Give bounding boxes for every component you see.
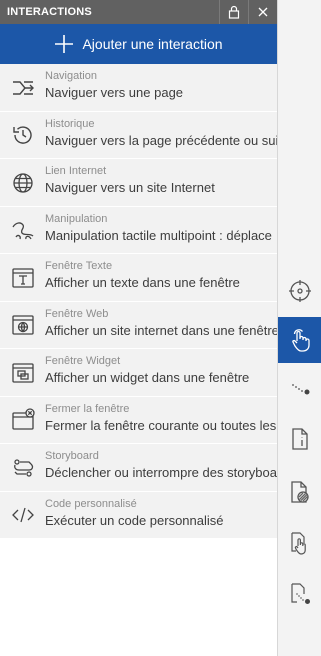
interaction-list: Navigation Naviguer vers une page Histor… <box>0 64 277 539</box>
item-description: Naviguer vers un site Internet <box>45 180 215 195</box>
item-description: Naviguer vers une page <box>45 85 184 100</box>
page-touch-icon <box>290 532 306 555</box>
item-category: Manipulation <box>45 212 108 225</box>
item-category: Historique <box>45 117 95 130</box>
widget-window-icon <box>11 362 34 383</box>
page-info-icon <box>291 428 308 450</box>
item-category: Code personnalisé <box>45 497 137 510</box>
item-category: Fenêtre Texte <box>45 260 113 272</box>
close-icon <box>258 7 268 17</box>
interaction-item-storyboard[interactable]: Storyboard Déclencher ou interrompre des… <box>0 444 277 492</box>
target-icon <box>288 280 311 302</box>
interaction-item-web-window[interactable]: Fenêtre Web Afficher un site internet da… <box>0 302 277 349</box>
item-description: Afficher un texte dans une fenêtre <box>45 275 240 290</box>
page-motion-icon <box>290 583 310 604</box>
text-window-icon <box>11 267 34 288</box>
rail-touch-button[interactable] <box>278 317 321 363</box>
item-description: Manipulation tactile multipoint : déplac… <box>45 227 272 243</box>
web-window-icon <box>11 315 34 335</box>
plus-icon <box>55 35 74 53</box>
add-interaction-button[interactable]: Ajouter une interaction <box>0 24 277 64</box>
navigation-icon <box>12 80 34 95</box>
globe-icon <box>12 172 33 193</box>
page-pattern-icon <box>290 481 309 503</box>
item-category: Fenêtre Web <box>45 307 109 320</box>
add-interaction-label: Ajouter une interaction <box>82 36 223 52</box>
close-button[interactable] <box>249 0 277 24</box>
rail-page-pattern-button[interactable] <box>278 469 321 515</box>
panel-header: INTERACTIONS <box>0 0 277 24</box>
rail-page-motion-button[interactable] <box>278 571 321 617</box>
interaction-item-manipulation[interactable]: Manipulation Manipulation tactile multip… <box>0 207 277 254</box>
touch-hand-icon <box>291 329 310 352</box>
history-icon <box>12 126 32 144</box>
item-category: Storyboard <box>45 450 99 462</box>
item-category: Lien Internet <box>45 165 107 177</box>
interaction-item-custom-code[interactable]: Code personnalisé Exécuter un code perso… <box>0 492 277 539</box>
item-category: Fermer la fenêtre <box>45 402 130 415</box>
item-description: Exécuter un code personnalisé <box>45 512 224 528</box>
rail-motion-path-button[interactable] <box>278 365 321 411</box>
item-category: Navigation <box>45 70 97 82</box>
interaction-item-widget-window[interactable]: Fenêtre Widget Afficher un widget dans u… <box>0 349 277 397</box>
right-tool-rail <box>278 0 321 656</box>
interaction-item-web-link[interactable]: Lien Internet Naviguer vers un site Inte… <box>0 159 277 207</box>
interaction-item-close-window[interactable]: Fermer la fenêtre Fermer la fenêtre cour… <box>0 397 277 444</box>
interaction-item-history[interactable]: Historique Naviguer vers la page précéde… <box>0 112 277 159</box>
item-category: Fenêtre Widget <box>45 355 121 367</box>
interaction-item-navigation[interactable]: Navigation Naviguer vers une page <box>0 64 277 112</box>
code-icon <box>11 507 34 523</box>
close-window-icon <box>11 408 35 430</box>
item-description: Fermer la fenêtre courante ou toutes les <box>45 417 277 433</box>
lock-icon <box>228 5 240 19</box>
rail-page-info-button[interactable] <box>278 416 321 462</box>
interactions-panel: INTERACTIONS Ajouter une interaction Nav… <box>0 0 278 656</box>
item-description: Naviguer vers la page précédente ou sui <box>45 132 277 148</box>
item-description: Déclencher ou interrompre des storyboa <box>45 465 277 480</box>
motion-path-icon <box>291 384 309 395</box>
multitouch-icon <box>11 222 33 240</box>
item-description: Afficher un widget dans une fenêtre <box>45 370 250 385</box>
rail-target-button[interactable] <box>278 268 321 314</box>
item-description: Afficher un site internet dans une fenêt… <box>45 322 277 338</box>
interaction-item-text-window[interactable]: Fenêtre Texte Afficher un texte dans une… <box>0 254 277 302</box>
storyboard-icon <box>13 458 33 477</box>
rail-page-touch-button[interactable] <box>278 520 321 566</box>
panel-title: INTERACTIONS <box>7 6 92 18</box>
lock-button[interactable] <box>220 0 248 24</box>
